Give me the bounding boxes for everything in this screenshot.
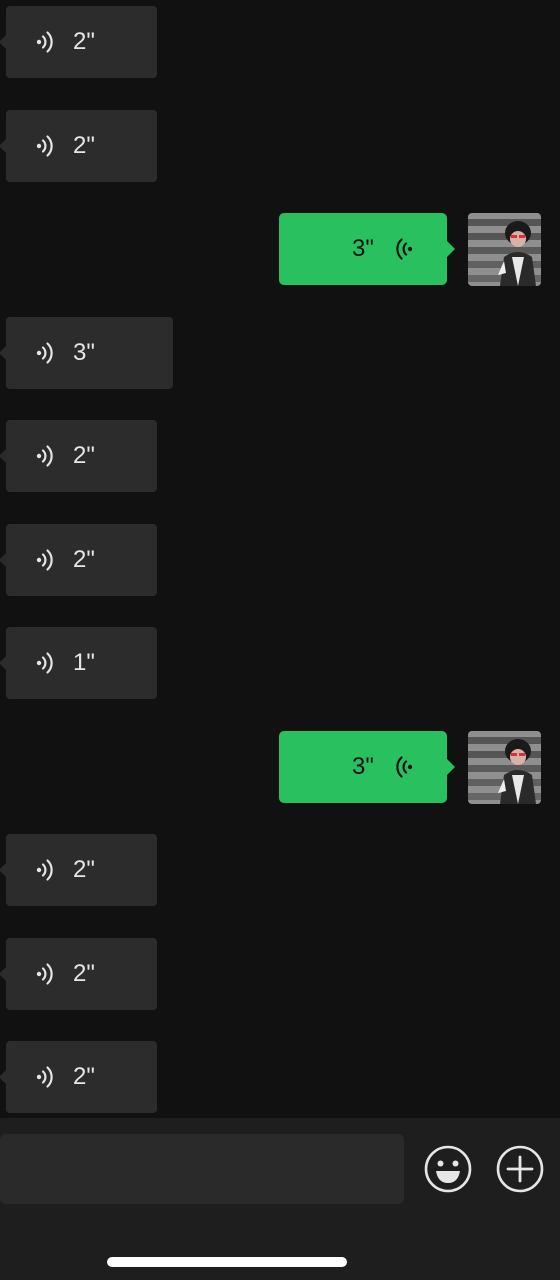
voice-message-bubble-incoming[interactable]: 2": [0, 1041, 157, 1113]
voice-message-bubble-incoming[interactable]: 2": [0, 420, 157, 492]
voice-wave-icon: [396, 238, 413, 260]
voice-duration: 2": [73, 546, 95, 573]
emoji-button[interactable]: [424, 1145, 472, 1193]
voice-message-bubble-incoming[interactable]: 2": [0, 6, 157, 78]
chat-message-list[interactable]: 2" 2" 3" 3" 2" 2" 1" 3" 2" 2" 2": [0, 0, 560, 1118]
voice-wave-icon: [36, 445, 53, 467]
message-row: 2": [0, 834, 560, 906]
voice-wave-icon: [36, 1066, 53, 1088]
voice-message-bubble-outgoing[interactable]: 3": [279, 731, 455, 803]
avatar-photo: [468, 213, 541, 286]
voice-duration: 2": [73, 132, 95, 159]
voice-duration: 3": [352, 235, 374, 262]
message-row: 3": [0, 213, 560, 286]
voice-duration: 1": [73, 649, 95, 676]
message-row: 2": [0, 6, 560, 78]
avatar[interactable]: [468, 731, 541, 804]
message-row: 3": [0, 731, 560, 804]
message-row: 2": [0, 1041, 560, 1113]
emoji-icon: [424, 1145, 472, 1193]
voice-duration: 2": [73, 28, 95, 55]
voice-wave-icon: [36, 135, 53, 157]
message-row: 1": [0, 627, 560, 699]
voice-wave-icon: [36, 652, 53, 674]
message-row: 2": [0, 524, 560, 596]
voice-duration: 2": [73, 442, 95, 469]
voice-wave-icon: [36, 31, 53, 53]
voice-message-bubble-incoming[interactable]: 2": [0, 834, 157, 906]
message-row: 2": [0, 110, 560, 182]
plus-button[interactable]: [496, 1145, 544, 1193]
voice-wave-icon: [36, 859, 53, 881]
message-row: 3": [0, 317, 560, 389]
voice-message-bubble-incoming[interactable]: 3": [0, 317, 173, 389]
voice-duration: 2": [73, 856, 95, 883]
voice-duration: 3": [352, 753, 374, 780]
avatar-photo: [468, 731, 541, 804]
voice-message-bubble-outgoing[interactable]: 3": [279, 213, 455, 285]
voice-wave-icon: [36, 963, 53, 985]
voice-duration: 3": [73, 339, 95, 366]
avatar[interactable]: [468, 213, 541, 286]
chat-input-bar: [0, 1118, 560, 1280]
voice-message-bubble-incoming[interactable]: 2": [0, 110, 157, 182]
voice-duration: 2": [73, 1063, 95, 1090]
voice-wave-icon: [36, 549, 53, 571]
message-row: 2": [0, 420, 560, 492]
voice-wave-icon: [36, 342, 53, 364]
voice-message-bubble-incoming[interactable]: 2": [0, 938, 157, 1010]
voice-message-bubble-incoming[interactable]: 1": [0, 627, 157, 699]
voice-message-bubble-incoming[interactable]: 2": [0, 524, 157, 596]
home-indicator[interactable]: [107, 1257, 347, 1267]
plus-circle-icon: [496, 1145, 544, 1193]
message-row: 2": [0, 938, 560, 1010]
message-input[interactable]: [0, 1134, 404, 1204]
voice-wave-icon: [396, 756, 413, 778]
voice-duration: 2": [73, 960, 95, 987]
